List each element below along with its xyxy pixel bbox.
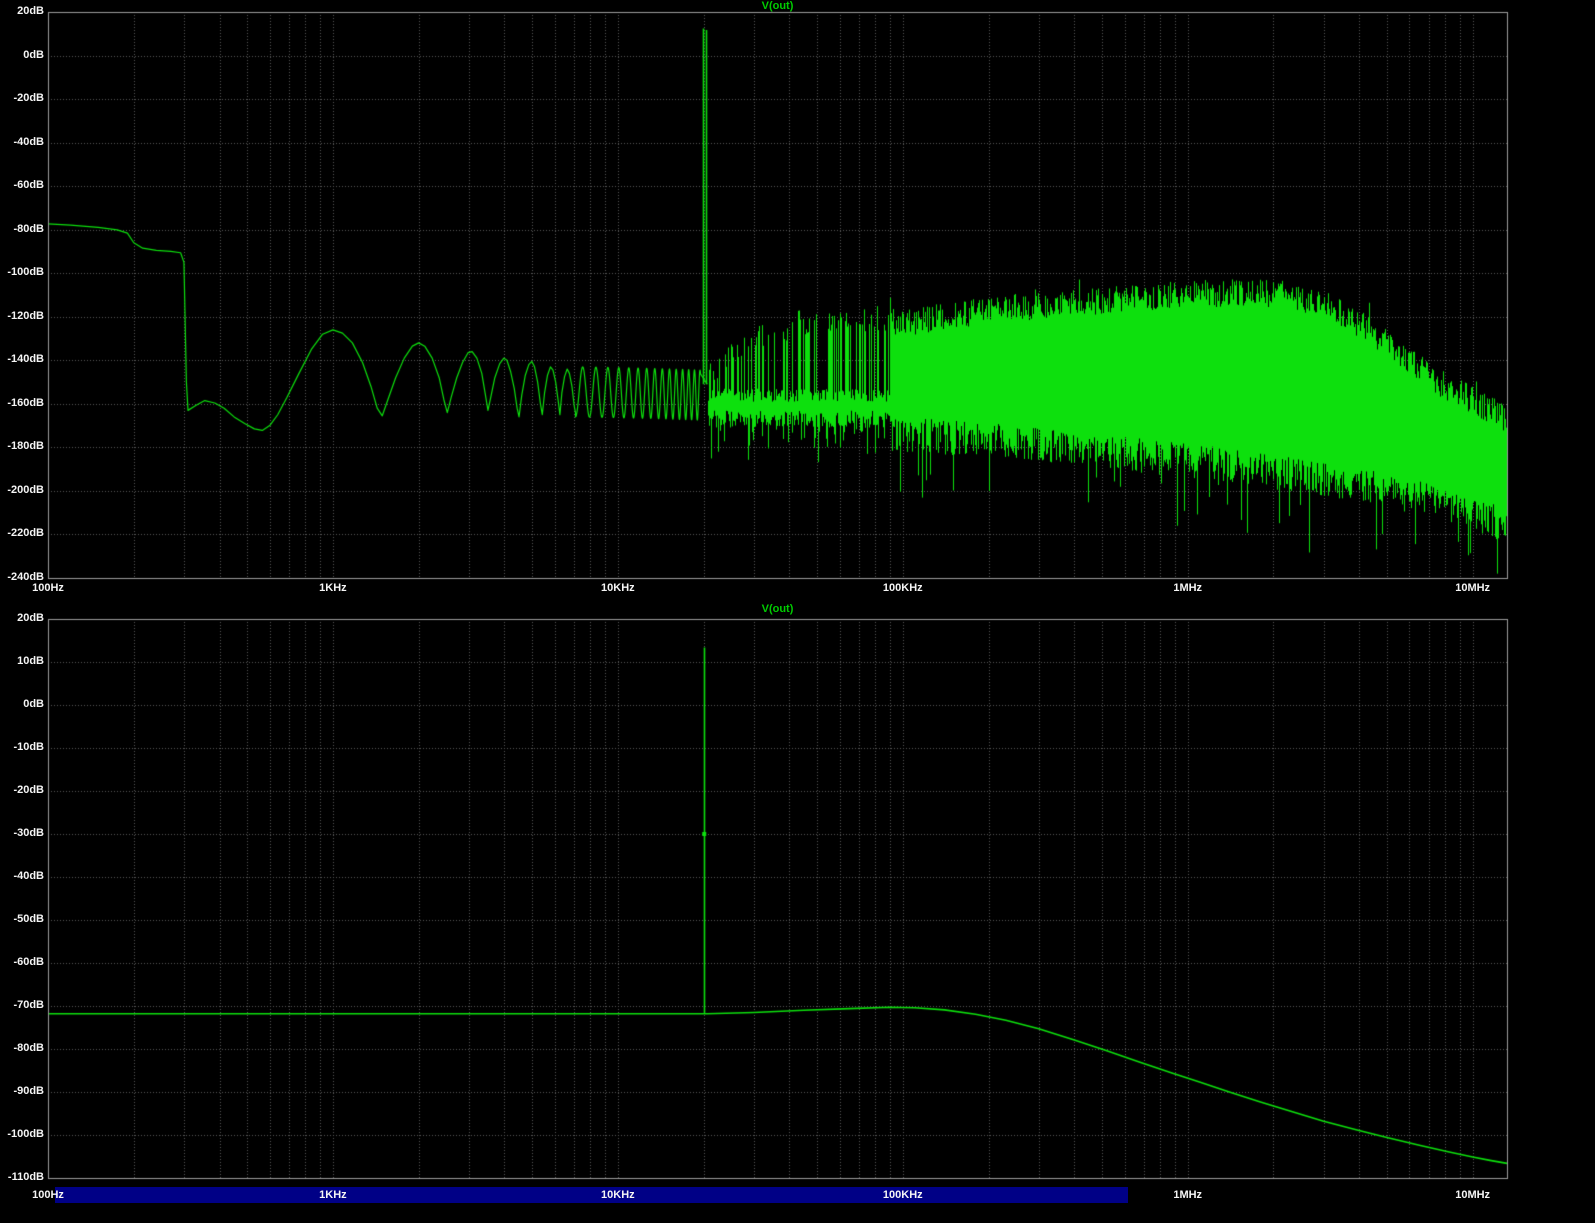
waveform-viewer-window: V(out) V(out) 20dB 0dB -20dB -40dB -60dB -80d… [0,0,1595,1223]
trace-label-bottom[interactable]: V(out) [48,603,1507,615]
trace-label-top[interactable]: V(out) [48,0,1507,12]
x-axis-selection-highlight [55,1187,1128,1203]
